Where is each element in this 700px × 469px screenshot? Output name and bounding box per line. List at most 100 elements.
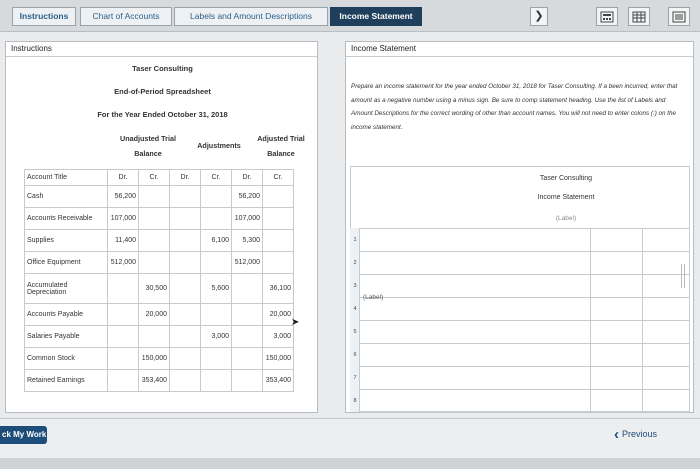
chevron-icon[interactable]: ❯	[530, 7, 548, 26]
check-my-work-button[interactable]: ck My Work	[0, 426, 47, 444]
amount-cell: 20,000	[138, 303, 170, 326]
amount-cell	[231, 369, 263, 392]
calculator-icon[interactable]	[596, 7, 618, 26]
amount-cell	[262, 185, 294, 208]
top-tab-bar: Instructions Chart of Accounts Labels an…	[0, 0, 700, 32]
grid-row-line	[360, 297, 690, 298]
amount-cell: 20,000	[262, 303, 294, 326]
amount-cell	[107, 273, 139, 304]
tab-instructions[interactable]: Instructions	[12, 7, 76, 26]
column-header: Dr.	[169, 169, 201, 186]
amount-cell	[200, 369, 232, 392]
row-number: 7	[353, 375, 357, 381]
account-name-cell: Salaries Payable	[24, 325, 108, 348]
grid-row-line	[360, 274, 690, 275]
tab-labels-and-amount-descriptions[interactable]: Labels and Amount Descriptions	[174, 7, 328, 26]
resize-handle[interactable]	[681, 264, 685, 288]
account-name-cell: Office Equipment	[24, 251, 108, 274]
amount-cell: 5,300	[231, 229, 263, 252]
statement-heading: Income Statement	[537, 194, 595, 201]
tab-income-statement[interactable]: Income Statement	[330, 7, 422, 26]
previous-label: Previous	[622, 429, 658, 439]
table-row: Salaries Payable 3,000 3,000	[24, 325, 294, 348]
panel-title: Income Statement	[346, 42, 693, 57]
chevron-left-icon: ‹	[614, 425, 619, 443]
row-number: 8	[353, 398, 357, 404]
column-header: Dr.	[231, 169, 263, 186]
amount-cell	[200, 251, 232, 274]
account-name-cell: Accumulated Depreciation	[24, 273, 108, 304]
table-row: Supplies 11,400 6,100 5,300	[24, 229, 294, 252]
column-header: Cr.	[200, 169, 232, 186]
table-row: Accumulated Depreciation 30,500 5,600 36,10…	[24, 273, 294, 304]
amount-cell	[262, 251, 294, 274]
amount-cell: 512,000	[231, 251, 263, 274]
amount-cell	[138, 185, 170, 208]
worksheet-table: Account Title Dr. Cr. Dr. Cr. Dr. Cr. Cash 56,20…	[24, 169, 294, 392]
amount-cell	[107, 325, 139, 348]
account-name-cell: Accounts Receivable	[24, 207, 108, 230]
row-number-gutter	[350, 228, 360, 412]
account-name-cell: Common Stock	[24, 347, 108, 370]
amount-cell	[169, 325, 201, 348]
amount-cell	[200, 207, 232, 230]
previous-button[interactable]: ‹ Previous	[614, 425, 657, 443]
amount-cell	[200, 185, 232, 208]
amount-cell: 150,000	[262, 347, 294, 370]
list-icon[interactable]	[668, 7, 690, 26]
row-number: 2	[353, 260, 357, 266]
column-header: Dr.	[107, 169, 139, 186]
amount-cell	[200, 347, 232, 370]
account-name-cell: Supplies	[24, 229, 108, 252]
amount-cell: 5,600	[200, 273, 232, 304]
table-row: Accounts Receivable 107,000 107,000	[24, 207, 294, 230]
amount-cell: 56,200	[231, 185, 263, 208]
row-number: 6	[353, 352, 357, 358]
amount-cell	[169, 273, 201, 304]
amount-cell: 3,000	[200, 325, 232, 348]
amount-cell	[138, 251, 170, 274]
instructions-text: Prepare an income statement for the year…	[351, 83, 678, 131]
column-divider	[642, 228, 643, 412]
amount-cell: 56,200	[107, 185, 139, 208]
amount-cell	[169, 185, 201, 208]
heading-label-input[interactable]: (Label)	[486, 215, 646, 222]
income-statement-panel: Income Statement Prepare an income state…	[345, 41, 694, 413]
amount-cell	[231, 303, 263, 326]
panel-title: Instructions	[6, 42, 317, 57]
grid-icon[interactable]	[628, 7, 650, 26]
tab-chart-of-accounts[interactable]: Chart of Accounts	[80, 7, 172, 26]
amount-cell	[138, 325, 170, 348]
period-heading: For the Year Ended October 31, 2018	[97, 110, 228, 119]
account-name-cell: Accounts Payable	[24, 303, 108, 326]
account-name-cell: Cash	[24, 185, 108, 208]
table-row: Office Equipment 512,000 512,000	[24, 251, 294, 274]
amount-cell	[262, 207, 294, 230]
grid-row-line	[360, 228, 690, 229]
amount-cell	[107, 347, 139, 370]
amount-cell: 353,400	[138, 369, 170, 392]
table-row: Cash 56,200 56,200	[24, 185, 294, 208]
amount-cell	[169, 207, 201, 230]
amount-cell	[169, 347, 201, 370]
amount-cell: 36,100	[262, 273, 294, 304]
amount-cell: 30,500	[138, 273, 170, 304]
amount-cell	[169, 303, 201, 326]
amount-cell: 11,400	[107, 229, 139, 252]
row-number: 5	[353, 329, 357, 335]
amount-cell	[231, 347, 263, 370]
amount-cell	[262, 229, 294, 252]
instructions-panel: Instructions Taser Consulting End-of-Per…	[5, 41, 318, 413]
grid-row-line	[360, 366, 690, 367]
sheet-name: End-of-Period Spreadsheet	[114, 87, 211, 96]
grid-row-line	[360, 343, 690, 344]
table-row: Common Stock 150,000 150,000	[24, 347, 294, 370]
row-number: 4	[353, 306, 357, 312]
amount-cell	[107, 369, 139, 392]
adjustments-heading: Adjustments	[197, 141, 241, 150]
row-label-input[interactable]: (Label)	[363, 294, 383, 301]
row-number: 3	[353, 283, 357, 289]
account-name-cell: Retained Earnings	[24, 369, 108, 392]
adjusted-trial-balance-heading: Adjusted Trial Balance	[257, 134, 305, 158]
account-title-header: Account Title	[24, 169, 108, 186]
